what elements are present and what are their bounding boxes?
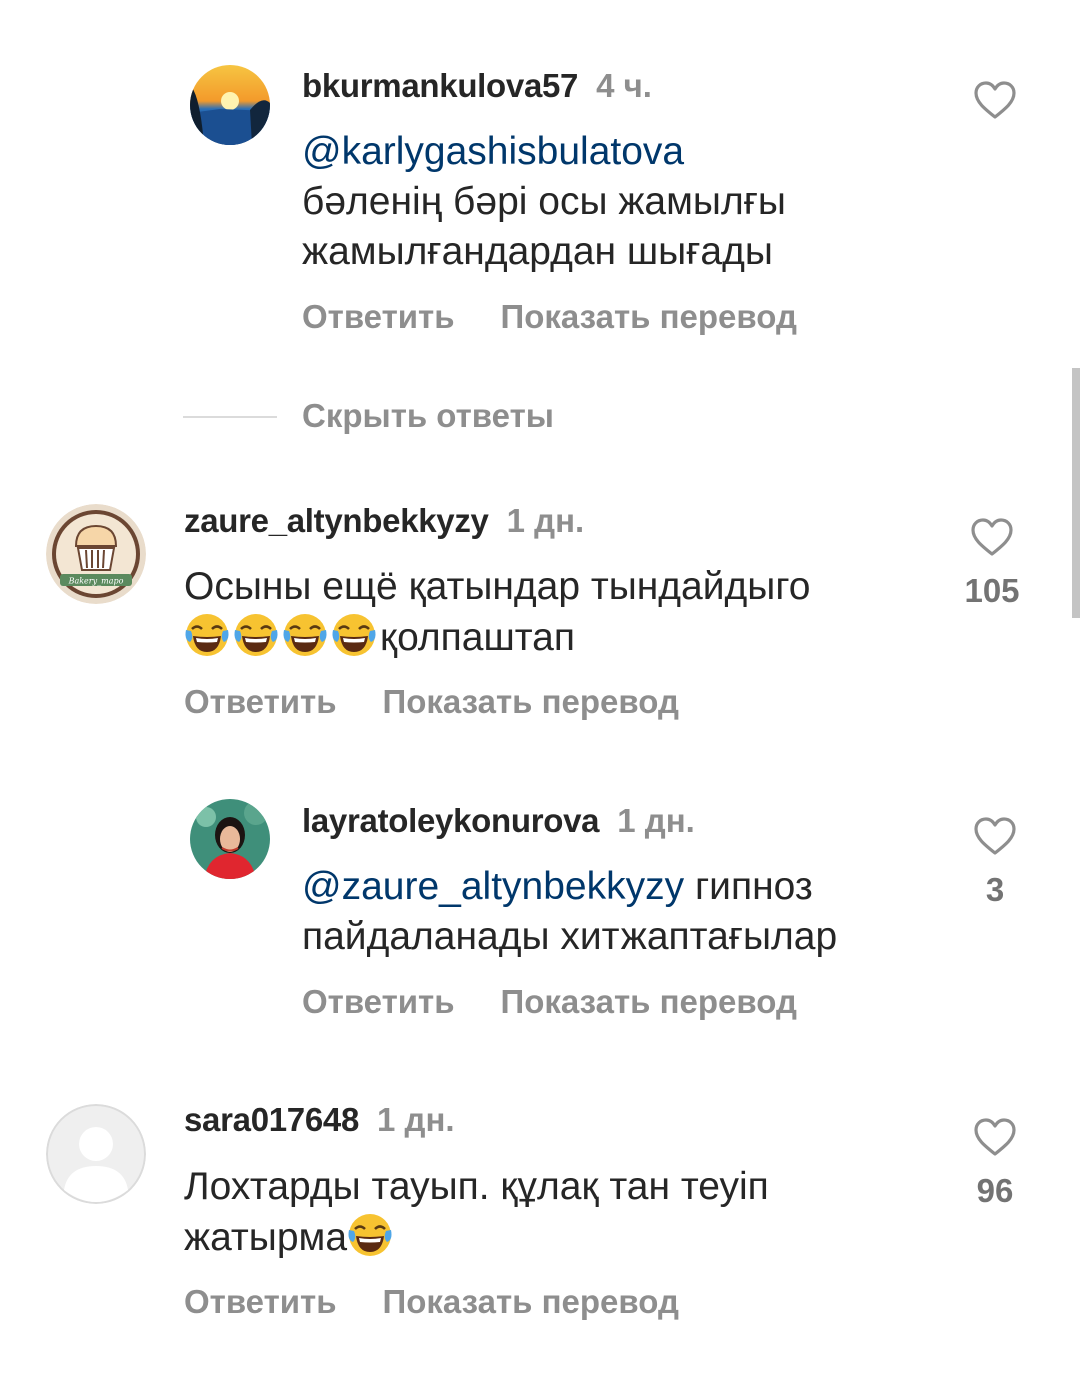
comment-text: @karlygashisbulatova бәленің бәрі осы жа… xyxy=(302,127,786,277)
like-button[interactable] xyxy=(955,80,1035,120)
face-with-tears-of-joy-icon xyxy=(233,612,279,658)
face-with-tears-of-joy-icon xyxy=(331,612,377,658)
like-count: 105 xyxy=(964,572,1020,609)
comment-text-line: қолпаштап xyxy=(380,616,575,659)
mention-link[interactable]: @karlygashisbulatova xyxy=(302,130,684,173)
timestamp: 1 дн. xyxy=(377,1101,455,1138)
username[interactable]: sara017648 xyxy=(184,1101,359,1138)
username[interactable]: layratoleykonurova xyxy=(302,802,600,839)
avatar[interactable] xyxy=(190,65,270,145)
reply-button[interactable]: Ответить xyxy=(302,298,455,335)
reply-button[interactable]: Ответить xyxy=(184,683,337,720)
divider xyxy=(183,416,277,418)
heart-outline-icon xyxy=(971,518,1013,556)
like-button[interactable]: 3 xyxy=(955,816,1035,910)
show-translation-button[interactable]: Показать перевод xyxy=(383,683,679,720)
show-translation-button[interactable]: Показать перевод xyxy=(383,1283,679,1320)
heart-outline-icon xyxy=(974,1118,1016,1156)
comment-text: Осыны ещё қатындар тындайдыго қолпаштап xyxy=(184,562,810,663)
avatar-logo-text: Bakery_mapo xyxy=(68,577,124,586)
comment-text-line: жатырма xyxy=(184,1216,348,1259)
scrollbar[interactable] xyxy=(1072,368,1080,618)
comment-text-line: Лохтарды тауып. құлақ тан теуіп xyxy=(184,1165,769,1208)
username[interactable]: zaure_altynbekkyzy xyxy=(184,502,489,539)
face-with-tears-of-joy-icon xyxy=(282,612,328,658)
comment-text-line: жамылғандардан шығады xyxy=(302,230,773,273)
username[interactable]: bkurmankulova57 xyxy=(302,67,578,104)
like-button[interactable]: 96 xyxy=(955,1117,1035,1211)
comment-text-line: гипноз xyxy=(684,865,813,908)
timestamp: 1 дн. xyxy=(506,502,585,539)
reply-button[interactable]: Ответить xyxy=(302,983,455,1020)
comment-text-line: бәленің бәрі осы жамылғы xyxy=(302,180,786,223)
timestamp: 4 ч. xyxy=(596,67,652,104)
like-button[interactable]: 105 xyxy=(952,517,1032,611)
heart-outline-icon xyxy=(974,817,1016,855)
face-with-tears-of-joy-icon xyxy=(347,1212,393,1258)
like-count: 3 xyxy=(985,871,1005,908)
comment-text-line: Осыны ещё қатындар тындайдыго xyxy=(184,565,811,608)
comment-text: @zaure_altynbekkyzy гипноз пайдаланады х… xyxy=(302,862,837,962)
like-count: 96 xyxy=(976,1172,1014,1209)
show-translation-button[interactable]: Показать перевод xyxy=(501,983,797,1020)
show-translation-button[interactable]: Показать перевод xyxy=(501,298,797,335)
comment-text: Лохтарды тауып. құлақ тан теуіп жатырма xyxy=(184,1162,769,1263)
comment-text-line: пайдаланады хитжаптағылар xyxy=(302,915,838,958)
hide-replies-label[interactable]: Скрыть ответы xyxy=(302,396,554,436)
default-avatar-icon[interactable] xyxy=(46,1104,146,1204)
face-with-tears-of-joy-icon xyxy=(184,612,230,658)
timestamp: 1 дн. xyxy=(617,802,695,839)
heart-outline-icon xyxy=(974,81,1016,119)
mention-link[interactable]: @zaure_altynbekkyzy xyxy=(302,865,684,908)
reply-button[interactable]: Ответить xyxy=(184,1283,337,1320)
avatar[interactable] xyxy=(190,799,270,879)
avatar[interactable]: Bakery_mapo xyxy=(46,504,146,604)
